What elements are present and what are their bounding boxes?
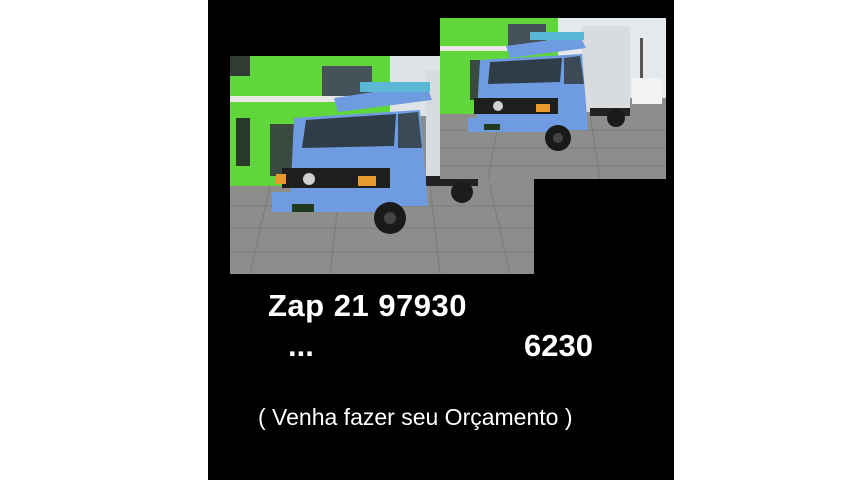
page: Zap 21 97930 ... 6230 ( Venha fazer seu … — [0, 0, 853, 480]
phone-number-suffix: 6230 — [524, 328, 593, 363]
truck-photo-side — [440, 18, 666, 179]
truck-photo-side-image — [440, 18, 666, 179]
phone-number-ellipsis: ... — [288, 328, 314, 363]
phone-number-prefix: Zap 21 97930 — [268, 288, 468, 323]
ad-poster: Zap 21 97930 ... 6230 ( Venha fazer seu … — [208, 0, 674, 480]
call-to-action-text: ( Venha fazer seu Orçamento ) — [258, 404, 573, 430]
